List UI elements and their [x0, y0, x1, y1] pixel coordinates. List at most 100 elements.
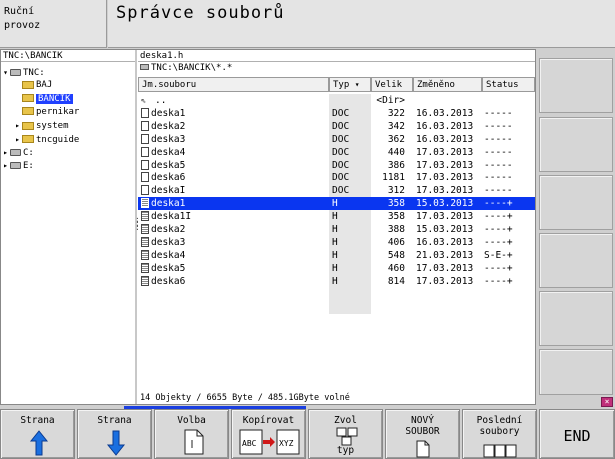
expand-icon[interactable]: ▸ — [1, 146, 10, 159]
vertical-softkey-3[interactable] — [539, 175, 613, 230]
new-file-button[interactable]: NOVÝ SOUBOR — [385, 409, 460, 459]
tree-item[interactable]: ▸ system — [13, 119, 69, 132]
file-status: ----- — [484, 107, 513, 119]
column-header-type[interactable]: Typ ▾ — [329, 77, 371, 92]
file-name-cell: deska2 — [141, 223, 185, 236]
program-file-icon — [141, 275, 149, 286]
file-size: 814 — [387, 275, 405, 287]
expand-icon[interactable]: ▸ — [13, 133, 22, 146]
file-type: H — [332, 211, 338, 223]
file-row[interactable]: deskaI DOC 312 17.03.2013 ----- — [138, 184, 535, 197]
column-date-label: Změněno — [417, 80, 455, 90]
file-date: 17.03.2013 — [416, 172, 474, 184]
file-row[interactable]: deska5 H 460 17.03.2013 ----+ — [138, 262, 535, 275]
file-row[interactable]: deska2 H 388 15.03.2013 ----+ — [138, 223, 535, 236]
file-name: deska3 — [151, 133, 186, 145]
file-name-cell: deska6 — [141, 171, 185, 184]
select-label: Volba — [177, 415, 206, 426]
file-name-cell: deska5 — [141, 262, 185, 275]
drive-icon — [10, 148, 21, 156]
file-size: 342 — [387, 120, 405, 132]
file-status: ----+ — [484, 198, 513, 210]
file-status: ----+ — [484, 275, 513, 287]
vertical-softkey-4[interactable] — [539, 233, 613, 288]
recent-files-label: Poslední — [476, 415, 523, 426]
selected-file-name: deska1.h — [138, 50, 535, 62]
file-row[interactable]: deska4 DOC 440 17.03.2013 ----- — [138, 146, 535, 159]
tree-item[interactable]: ▸ C: — [1, 146, 34, 159]
file-row[interactable]: deska4 H 548 21.03.2013 S-E-+ — [138, 249, 535, 262]
file-date: 17.03.2013 — [416, 185, 474, 197]
close-indicator-icon[interactable]: × — [601, 397, 613, 407]
file-size: 406 — [387, 236, 405, 248]
file-row[interactable]: deska6 DOC 1181 17.03.2013 ----- — [138, 171, 535, 184]
document-file-icon — [141, 146, 149, 157]
file-row[interactable]: deska1 H 358 15.03.2013 ----+ — [138, 197, 535, 211]
file-status: ----+ — [484, 262, 513, 274]
file-date: 16.03.2013 — [416, 133, 474, 145]
vertical-softkey-1[interactable] — [539, 58, 613, 113]
column-size-label: Velik — [375, 80, 403, 90]
copy-button[interactable]: Kopírovat ABC XYZ — [231, 409, 306, 459]
file-row[interactable]: deska1I H 358 17.03.2013 ----+ — [138, 210, 535, 223]
column-header-name[interactable]: Jm.souboru — [138, 77, 329, 92]
tree-item-label: C: — [23, 147, 34, 158]
page-up-label: Strana — [20, 415, 55, 426]
folder-icon — [22, 80, 34, 89]
file-row[interactable]: deska3 H 406 16.03.2013 ----+ — [138, 236, 535, 249]
file-row[interactable]: deska2 DOC 342 16.03.2013 ----- — [138, 120, 535, 133]
recent-files-icon — [483, 444, 517, 458]
file-row[interactable]: deska5 DOC 386 17.03.2013 ----- — [138, 159, 535, 172]
tree-item[interactable]: ▸ tncguide — [13, 133, 79, 146]
tree-item-label: system — [36, 121, 69, 132]
file-type: DOC — [332, 146, 350, 158]
arrow-down-icon — [106, 430, 126, 456]
file-name: deska2 — [151, 224, 186, 235]
vertical-softkey-2[interactable] — [539, 117, 613, 172]
directory-tree: ▾ TNC: BAJ BANCIK pernikar ▸ system ▸ tncguide ▸ C… — [1, 63, 135, 404]
file-row[interactable]: deska1 DOC 322 16.03.2013 ----- — [138, 107, 535, 120]
tree-item[interactable]: ▾ TNC: — [1, 66, 45, 79]
column-status-label: Status — [486, 80, 519, 90]
file-row[interactable]: deska3 DOC 362 16.03.2013 ----- — [138, 133, 535, 146]
file-date: 21.03.2013 — [416, 249, 474, 261]
vertical-softkey-6[interactable] — [539, 349, 613, 395]
file-name-cell: ⇖.. — [141, 94, 166, 108]
choose-type-button[interactable]: Zvol typ — [308, 409, 383, 459]
recent-files-button[interactable]: Poslední soubory — [462, 409, 537, 459]
collapse-icon[interactable]: ▾ — [1, 66, 10, 79]
file-type: H — [332, 249, 338, 261]
file-row[interactable]: deska6 H 814 17.03.2013 ----+ — [138, 275, 535, 288]
copy-file-icon: ABC XYZ — [239, 429, 300, 455]
tree-item-label: BAJ — [36, 80, 53, 91]
tree-item-label: pernikar — [36, 106, 80, 117]
page-up-button[interactable]: Strana — [0, 409, 75, 459]
vertical-softkey-5[interactable] — [539, 291, 613, 346]
column-header-date[interactable]: Změněno — [413, 77, 482, 92]
file-manager-window: Ruční provoz Správce souborů TNC:\BANCIK… — [0, 0, 615, 459]
file-type: DOC — [332, 159, 350, 171]
sort-arrow-icon: ▾ — [354, 80, 360, 89]
tree-item[interactable]: ▸ E: — [1, 159, 34, 172]
end-button[interactable]: END — [539, 409, 615, 459]
column-header-status[interactable]: Status — [482, 77, 535, 92]
expand-icon[interactable]: ▸ — [1, 159, 10, 172]
expand-icon[interactable]: ▸ — [13, 119, 22, 132]
arrow-up-icon — [29, 430, 49, 456]
file-row[interactable]: ⇖.. <Dir> — [138, 94, 535, 107]
file-status: ----- — [484, 133, 513, 145]
tree-item[interactable]: BANCIK — [13, 93, 73, 106]
page-down-button[interactable]: Strana — [77, 409, 152, 459]
file-name: deska1I — [151, 211, 192, 223]
tree-item[interactable]: BAJ — [13, 79, 52, 92]
file-status: ----+ — [484, 236, 513, 248]
file-name: deska4 — [151, 146, 186, 158]
file-name-cell: deska1 — [141, 107, 185, 120]
column-header-size[interactable]: Velik — [371, 77, 413, 92]
tree-item-label: tncguide — [36, 134, 80, 145]
file-type: DOC — [332, 107, 350, 119]
select-button[interactable]: Volba — [154, 409, 229, 459]
file-name-cell: deska6 — [141, 275, 185, 288]
tree-item[interactable]: pernikar — [13, 106, 79, 119]
file-type: H — [332, 236, 338, 248]
